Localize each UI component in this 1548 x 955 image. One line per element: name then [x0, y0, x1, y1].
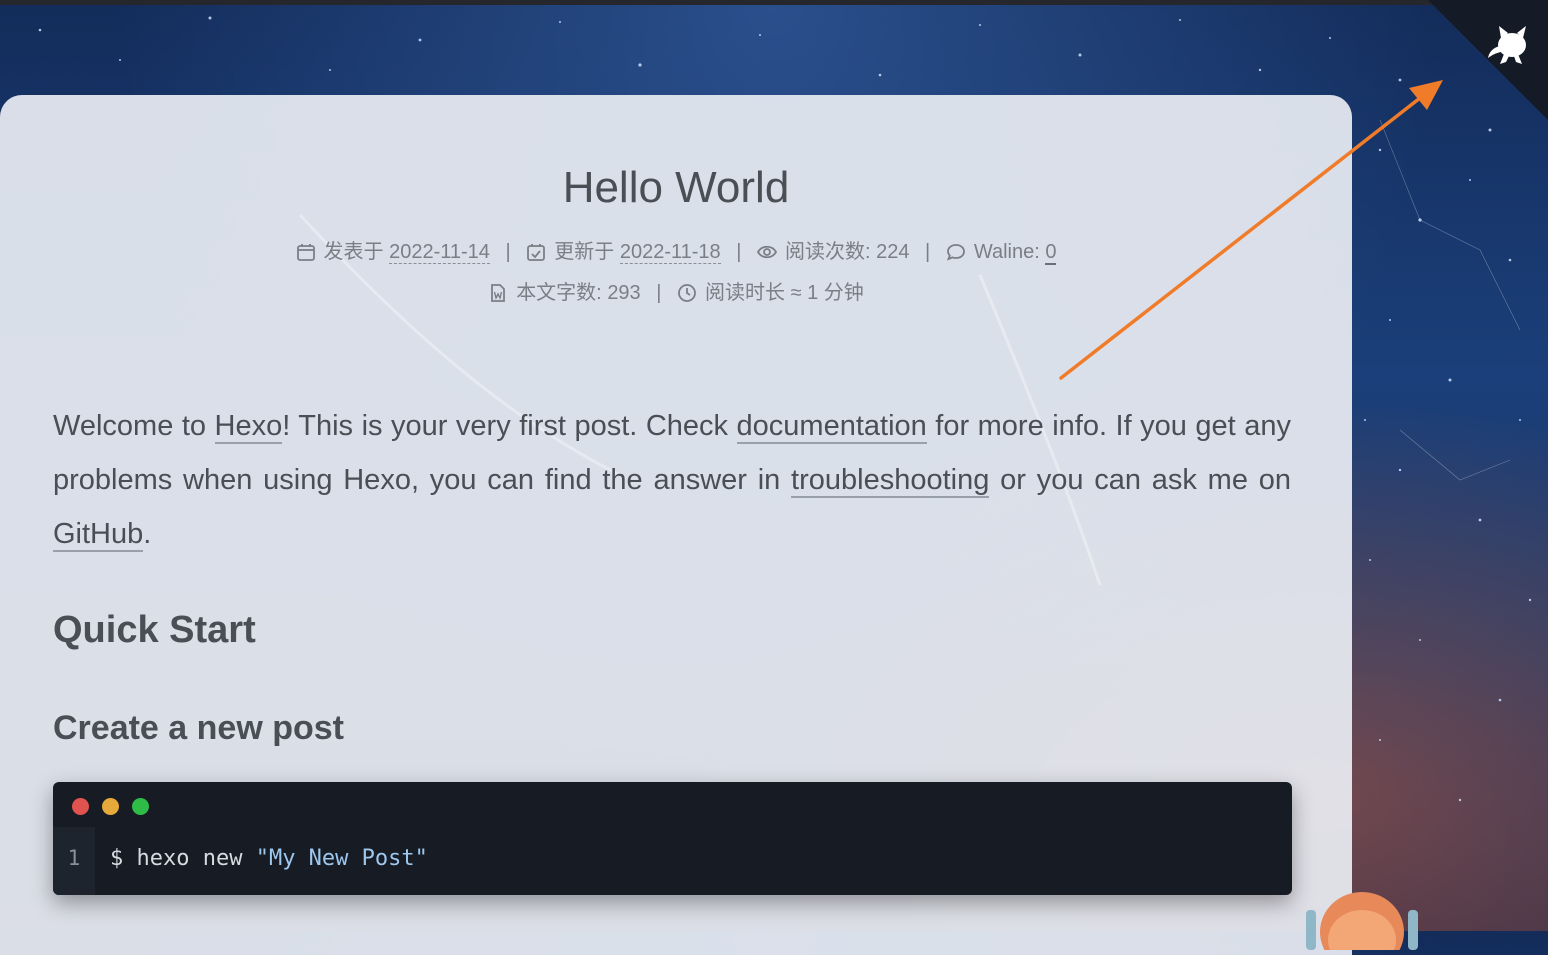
- published-date: 2022-11-14: [389, 241, 490, 264]
- updated-date: 2022-11-18: [619, 241, 721, 264]
- hexo-link[interactable]: Hexo: [214, 410, 283, 444]
- meta-separator: |: [656, 282, 662, 304]
- published-label: 发表于: [323, 241, 384, 263]
- views-count: 224: [876, 241, 910, 263]
- meta-separator: |: [736, 241, 742, 263]
- troubleshooting-link[interactable]: troubleshooting: [791, 464, 990, 498]
- eye-icon: [756, 245, 777, 259]
- code-string: "My New Post": [255, 846, 428, 871]
- wordcount-label: 本文字数:: [516, 282, 602, 304]
- documentation-link[interactable]: documentation: [736, 410, 927, 444]
- heading-create-post: Create a new post: [53, 709, 344, 747]
- clock-icon: [678, 284, 696, 302]
- readtime-label: 阅读时长 ≈: [705, 282, 802, 304]
- code-block[interactable]: 1 $ hexo new "My New Post": [53, 782, 1292, 895]
- mascot-character[interactable]: [1300, 870, 1420, 950]
- heading-quick-start: Quick Start: [53, 609, 256, 651]
- meta-separator: |: [925, 241, 931, 263]
- calendar-check-icon: [527, 244, 546, 261]
- post-meta-line-2: 本文字数: 293 | 阅读时长 ≈ 1 分钟: [0, 276, 1352, 305]
- comments-label: Waline:: [973, 241, 1040, 263]
- intro-text: or you can ask me on: [989, 464, 1291, 496]
- intro-text: .: [143, 518, 152, 550]
- meta-separator: |: [505, 241, 511, 263]
- line-number: 1: [67, 846, 81, 870]
- intro-text: Welcome to: [53, 410, 215, 442]
- comment-icon: [946, 244, 965, 261]
- calendar-icon: [296, 244, 315, 261]
- post-card: Hello World 发表于 2022-11-14 | 更新于 2022-11…: [0, 95, 1352, 955]
- post-meta-line-1: 发表于 2022-11-14 | 更新于 2022-11-18 | 阅读次数: …: [0, 235, 1352, 265]
- code-command: $ hexo new: [110, 846, 256, 871]
- github-octocat-icon[interactable]: [1482, 18, 1536, 72]
- code-line[interactable]: $ hexo new "My New Post": [110, 846, 428, 871]
- updated-label: 更新于: [554, 241, 615, 263]
- github-corner[interactable]: [1428, 0, 1548, 120]
- word-file-icon: [491, 284, 506, 302]
- readtime-value: 1 分钟: [807, 282, 864, 304]
- intro-paragraph: Welcome to Hexo! This is your very first…: [53, 399, 1291, 561]
- window-minimize-dot: [102, 798, 119, 815]
- window-maximize-dot: [132, 798, 149, 815]
- top-bar: [0, 0, 1548, 5]
- github-link[interactable]: GitHub: [53, 518, 144, 552]
- post-title: Hello World: [562, 163, 790, 212]
- intro-text: ! This is your very first post. Check: [282, 410, 737, 442]
- comments-count-link[interactable]: 0: [1045, 241, 1057, 265]
- views-label: 阅读次数:: [784, 241, 871, 263]
- window-close-dot: [72, 798, 89, 815]
- wordcount-value: 293: [607, 282, 641, 304]
